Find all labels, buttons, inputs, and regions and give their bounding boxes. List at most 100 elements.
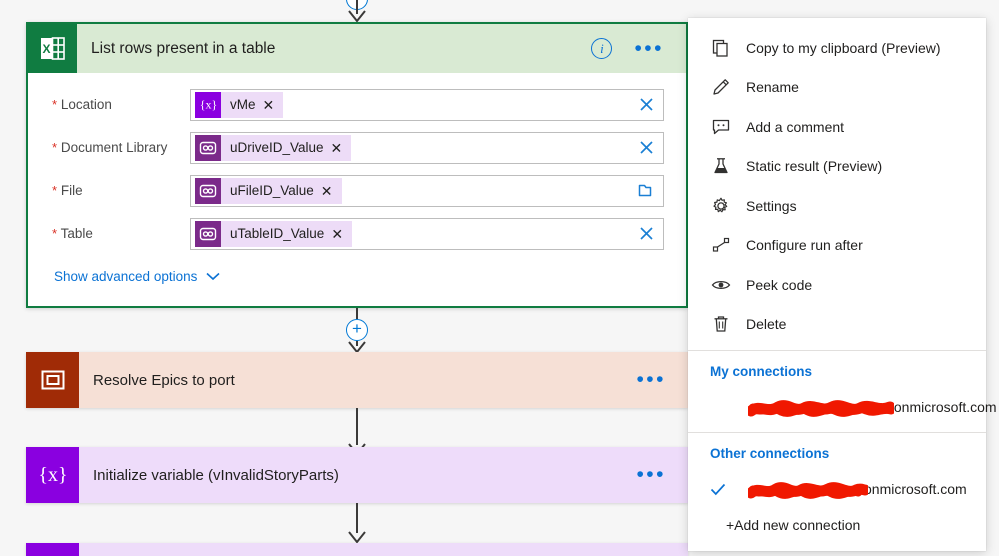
card-title: List rows present in a table: [91, 39, 276, 57]
token-remove-icon[interactable]: ✕: [331, 141, 352, 155]
compose-glyph: [199, 184, 217, 197]
copy-glyph: [712, 39, 728, 57]
token-label: uTableID_Value: [230, 226, 325, 241]
token-label: uDriveID_Value: [230, 140, 324, 155]
info-icon[interactable]: i: [591, 38, 613, 59]
excel-icon: X: [28, 24, 77, 73]
redacted-email: [748, 399, 894, 417]
compose-icon: [195, 220, 221, 247]
compose-glyph: [199, 141, 217, 154]
add-step-top-button[interactable]: +: [346, 0, 368, 10]
menu-item-label: Settings: [746, 197, 797, 214]
close-icon: [639, 98, 653, 111]
flask-glyph: [714, 158, 728, 174]
menu-item-label: Add a comment: [746, 118, 845, 135]
gear-icon: [710, 195, 732, 217]
required-star: *: [52, 226, 58, 241]
token-chip[interactable]: uTableID_Value ✕: [195, 220, 353, 247]
label-text: Document Library: [60, 140, 168, 155]
field-label-location: * Location: [52, 97, 190, 112]
eye-glyph: [711, 280, 731, 289]
file-input[interactable]: uFileID_Value ✕: [190, 174, 664, 207]
token-remove-icon[interactable]: ✕: [331, 227, 352, 241]
compose-icon: [195, 134, 221, 161]
action-card-list-rows[interactable]: X List rows present in a table i ••• * L…: [26, 22, 688, 308]
redaction-scribble: [748, 399, 894, 417]
chevron-down-icon: [206, 272, 220, 281]
step-title: Initialize variable (vInvalidStoryParts): [93, 466, 339, 484]
token-chip[interactable]: uDriveID_Value ✕: [195, 134, 352, 161]
run-after-icon: [710, 234, 732, 256]
menu-item-label: Delete: [746, 316, 787, 333]
flow-designer-canvas: + X List rows present in a table i: [0, 0, 999, 556]
clear-field-icon[interactable]: [633, 135, 659, 161]
connection-domain: onmicrosoft.com: [864, 481, 967, 497]
pencil-glyph: [713, 79, 729, 95]
label-text: File: [60, 183, 83, 198]
add-step-mid-button[interactable]: +: [346, 319, 368, 341]
table-input[interactable]: uTableID_Value ✕: [190, 217, 664, 250]
token-remove-icon[interactable]: ✕: [321, 184, 342, 198]
token-chip[interactable]: {x} vMe ✕: [195, 91, 284, 118]
document-library-input[interactable]: uDriveID_Value ✕: [190, 131, 664, 164]
show-advanced-options[interactable]: Show advanced options: [28, 255, 686, 284]
action-card-partial[interactable]: [26, 543, 688, 556]
field-label-table: * Table: [52, 226, 190, 241]
step-more-menu-button[interactable]: •••: [636, 464, 666, 485]
connection-row-mine[interactable]: .onmicrosoft.com: [688, 388, 997, 426]
comment-glyph: [712, 119, 730, 134]
plus-label: +: [352, 0, 362, 6]
card-header[interactable]: X List rows present in a table i •••: [28, 24, 686, 73]
field-label-document-library: * Document Library: [52, 140, 190, 155]
menu-item-label: Configure run after: [746, 237, 863, 254]
browse-folder-icon[interactable]: [633, 178, 659, 204]
card-more-menu-button[interactable]: •••: [634, 38, 664, 59]
close-icon: [639, 227, 653, 240]
info-label: i: [600, 40, 604, 56]
check-icon: [710, 483, 732, 496]
variable-icon: {x}: [26, 447, 79, 503]
menu-item-configure-run-after[interactable]: Configure run after: [688, 226, 986, 266]
menu-item-label: Copy to my clipboard (Preview): [746, 39, 941, 56]
scope-icon: [26, 352, 79, 408]
token-chip[interactable]: uFileID_Value ✕: [195, 177, 342, 204]
menu-item-settings[interactable]: Settings: [688, 186, 986, 226]
card-fields: * Location {x} vMe ✕ * Document Library …: [28, 73, 686, 284]
redaction-scribble: [748, 481, 868, 499]
variable-glyph: {x}: [200, 98, 217, 112]
token-label: uFileID_Value: [230, 183, 314, 198]
step-more-menu-button[interactable]: •••: [636, 369, 666, 390]
gear-glyph: [713, 197, 728, 213]
add-new-connection-button[interactable]: +Add new connection: [688, 508, 986, 547]
menu-item-copy-to-clipboard[interactable]: Copy to my clipboard (Preview): [688, 28, 986, 68]
action-card-initialize-variable[interactable]: {x} Initialize variable (vInvalidStoryPa…: [26, 447, 688, 503]
svg-text:X: X: [42, 42, 50, 56]
connection-label: .onmicrosoft.com: [732, 399, 997, 417]
variable-icon: [26, 543, 79, 556]
menu-item-add-comment[interactable]: Add a comment: [688, 107, 986, 147]
connection-label: onmicrosoft.com: [732, 481, 967, 499]
field-row-table: * Table uTableID_Value ✕: [28, 212, 686, 255]
context-menu[interactable]: Copy to my clipboard (Preview) Rename Ad…: [688, 18, 997, 551]
field-row-file: * File uFileID_Value ✕: [28, 169, 686, 212]
flask-icon: [710, 155, 732, 177]
token-label: vMe: [230, 97, 256, 112]
location-input[interactable]: {x} vMe ✕: [190, 88, 664, 121]
eye-icon: [710, 274, 732, 296]
plus-label: +: [352, 318, 362, 338]
comment-icon: [710, 116, 732, 138]
action-card-resolve-epics[interactable]: Resolve Epics to port •••: [26, 352, 688, 408]
connection-row-other[interactable]: onmicrosoft.com: [688, 470, 986, 508]
clear-field-icon[interactable]: [633, 92, 659, 118]
menu-item-static-result[interactable]: Static result (Preview): [688, 147, 986, 187]
pencil-icon: [710, 76, 732, 98]
token-remove-icon[interactable]: ✕: [263, 98, 284, 112]
required-star: *: [52, 183, 58, 198]
advanced-options-label: Show advanced options: [54, 269, 198, 284]
menu-item-peek-code[interactable]: Peek code: [688, 265, 986, 305]
menu-item-rename[interactable]: Rename: [688, 68, 986, 108]
variable-icon: {x}: [195, 91, 221, 118]
trash-glyph: [714, 316, 728, 332]
menu-item-delete[interactable]: Delete: [688, 305, 986, 345]
clear-field-icon[interactable]: [633, 221, 659, 247]
